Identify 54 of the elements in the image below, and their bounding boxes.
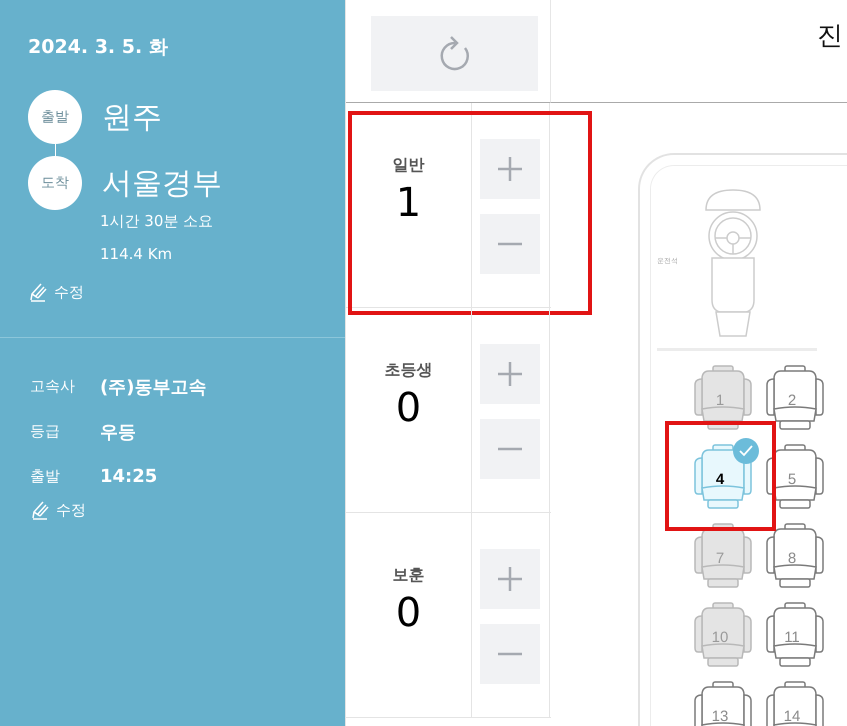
seat-icon: [765, 444, 825, 510]
passenger-count: 1: [396, 180, 422, 226]
minus-icon: [497, 652, 523, 656]
seat-icon: [693, 444, 753, 510]
decrease-button[interactable]: [480, 419, 540, 479]
info-label: 고속사: [30, 377, 76, 396]
seat[interactable]: 11: [765, 596, 831, 668]
fare-type-label: 초등생: [384, 360, 432, 381]
trip-duration: 1시간 30분 소요: [100, 212, 214, 231]
increase-button[interactable]: [480, 139, 540, 199]
info-value: 우등: [100, 420, 136, 444]
seat-icon: [765, 602, 825, 668]
seat-icon: [693, 365, 753, 431]
info-value: 14:25: [100, 466, 158, 487]
edit-link[interactable]: 수정: [30, 499, 86, 521]
refresh-button[interactable]: [371, 16, 538, 91]
plus-icon: [497, 566, 523, 592]
check-icon: [733, 438, 759, 464]
stop-badge: 도착: [28, 156, 82, 210]
trip-date: 2024. 3. 5. 화: [28, 35, 169, 60]
passenger-count: 0: [396, 385, 422, 431]
seat[interactable]: 4: [693, 438, 759, 510]
seat[interactable]: 14: [765, 675, 831, 726]
stop-name: 원주: [102, 98, 162, 136]
seat[interactable]: 2: [765, 359, 831, 431]
info-value: (주)동부고속: [100, 376, 206, 398]
fare-type-label: 보훈: [392, 565, 424, 586]
edit-link[interactable]: 수정: [28, 281, 84, 303]
minus-icon: [497, 242, 523, 246]
plus-icon: [497, 156, 523, 182]
passenger-count: 0: [396, 590, 422, 636]
info-label: 등급: [30, 422, 61, 441]
seat[interactable]: 13: [693, 675, 759, 726]
info-label: 출발: [30, 467, 61, 486]
page-title: 진: [817, 20, 843, 53]
fare-type-label: 일반: [392, 155, 424, 176]
seat-icon: [765, 365, 825, 431]
seat-icon: [765, 523, 825, 589]
seat-icon: [693, 602, 753, 668]
trip-distance: 114.4 Km: [100, 245, 174, 263]
increase-button[interactable]: [480, 549, 540, 609]
seat[interactable]: 8: [765, 517, 831, 589]
seat[interactable]: 1: [693, 359, 759, 431]
seat[interactable]: 5: [765, 438, 831, 510]
plus-icon: [497, 361, 523, 387]
increase-button[interactable]: [480, 344, 540, 404]
seat-icon: [693, 523, 753, 589]
stop-name: 서울경부: [102, 164, 222, 202]
decrease-button[interactable]: [480, 214, 540, 274]
decrease-button[interactable]: [480, 624, 540, 684]
seat[interactable]: 7: [693, 517, 759, 589]
seat[interactable]: 10: [693, 596, 759, 668]
minus-icon: [497, 447, 523, 451]
stop-badge: 출발: [28, 90, 82, 144]
